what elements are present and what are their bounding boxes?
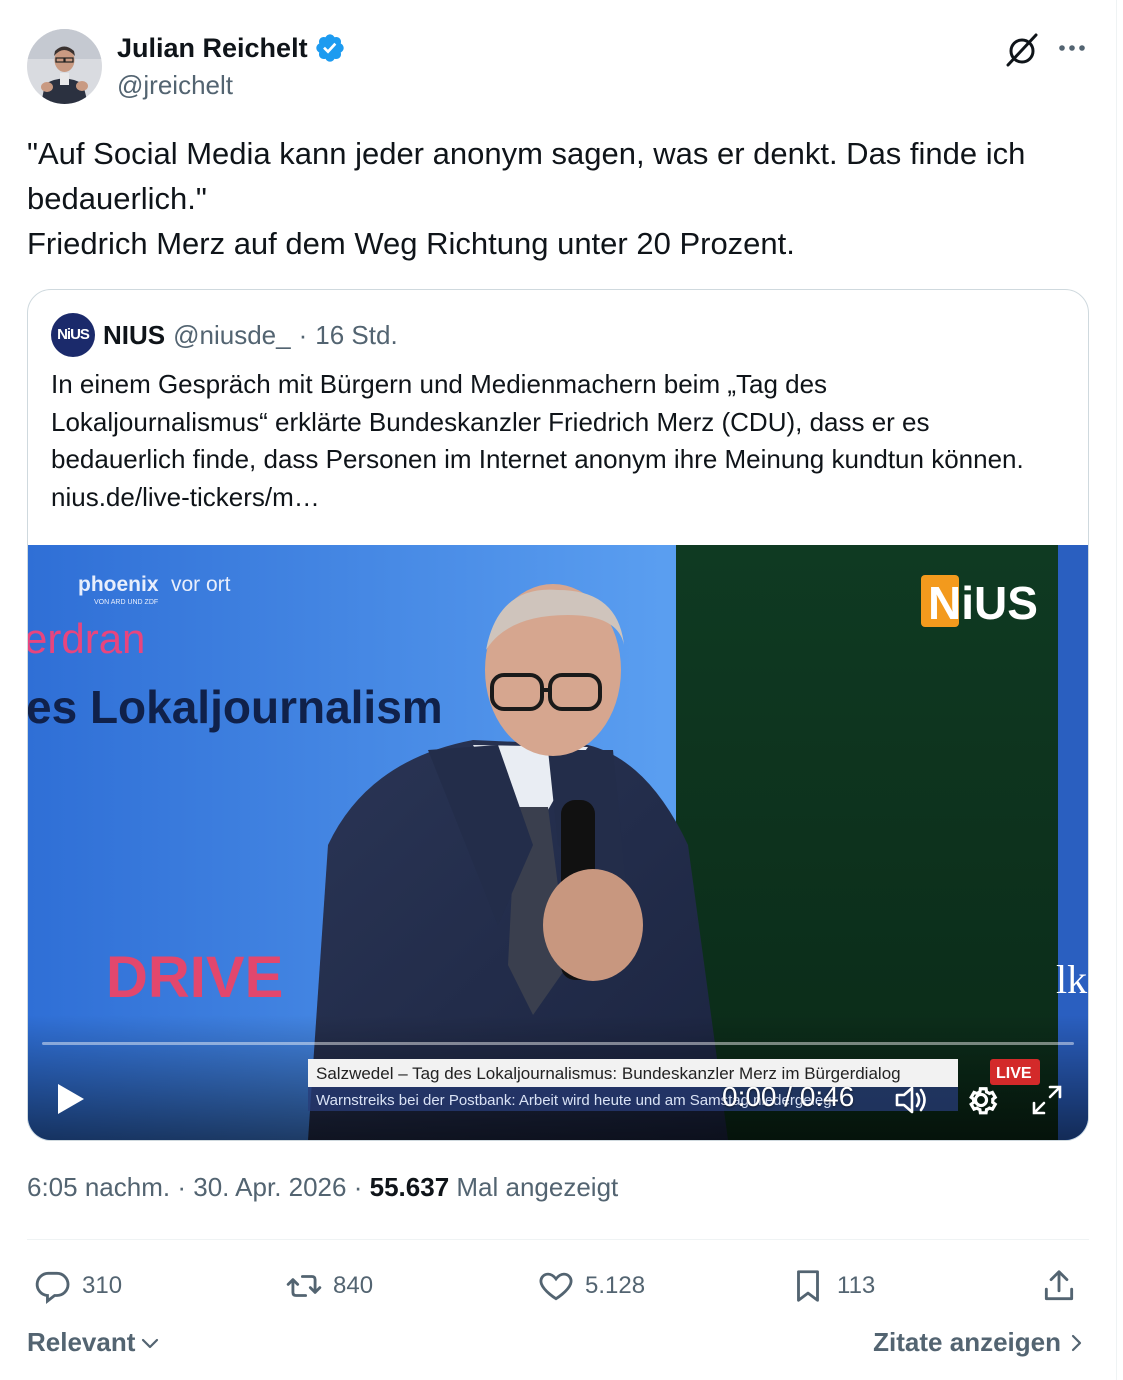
repost-icon — [286, 1275, 322, 1297]
tweet-text-line: Friedrich Merz auf dem Weg Richtung unte… — [27, 226, 795, 261]
video-live-badge: LIVE — [996, 1065, 1032, 1082]
grok-icon[interactable] — [1002, 30, 1042, 70]
dot-separator: · — [298, 319, 308, 350]
quoted-tweet-text: In einem Gespräch mit Bürgern und Medien… — [51, 369, 1024, 512]
tweet-text-line: "Auf Social Media kann jeder anonym sage… — [27, 136, 1026, 216]
quoted-tweet-time[interactable]: 16 Std. — [315, 320, 397, 351]
chevron-down-icon — [142, 1338, 159, 1348]
verified-badge-icon — [314, 32, 346, 64]
video-channel-sub: VON ARD UND ZDF — [94, 599, 158, 606]
video-channel-suffix: vor ort — [171, 573, 231, 596]
bookmark-icon — [797, 1270, 819, 1302]
repost-count: 840 — [333, 1272, 374, 1299]
settings-gear-icon[interactable] — [962, 1081, 1000, 1119]
view-count: 55.637 — [369, 1172, 450, 1202]
video-nius-logo: NiUS — [928, 577, 1038, 629]
video-player[interactable]: phoenix vor ort VON ARD UND ZDF erdran e… — [28, 545, 1088, 1140]
reply-count: 310 — [82, 1272, 123, 1299]
reply-icon — [35, 1271, 70, 1304]
view-count-label: Mal angezeigt — [456, 1172, 619, 1202]
quoted-tweet-card[interactable]: NiUS NIUS @niusde_ · 16 Std. In einem Ge… — [27, 289, 1089, 1141]
video-channel-logo: phoenix — [78, 573, 159, 596]
like-button[interactable]: 5.128 — [537, 1264, 645, 1308]
fullscreen-icon[interactable] — [1028, 1081, 1066, 1119]
video-time: 0:00 / 0:46 — [722, 1081, 855, 1112]
video-backdrop-line2: es Lokaljournalism — [28, 681, 443, 733]
volume-icon[interactable] — [892, 1081, 932, 1119]
play-icon[interactable] — [50, 1079, 90, 1119]
share-icon — [1044, 1270, 1074, 1301]
author-handle[interactable]: @jreichelt — [117, 70, 233, 101]
video-frame: phoenix vor ort VON ARD UND ZDF erdran e… — [28, 545, 1088, 1140]
author-avatar[interactable] — [27, 29, 102, 104]
tweet-text: "Auf Social Media kann jeder anonym sage… — [27, 131, 1097, 266]
heart-icon — [539, 1272, 573, 1301]
quoted-tweet-header: NiUS NIUS @niusde_ · 16 Std. — [51, 313, 398, 357]
bookmark-count: 113 — [837, 1272, 876, 1299]
author-name-row[interactable]: Julian Reichelt — [117, 30, 346, 66]
sort-dropdown[interactable]: Relevant — [27, 1327, 161, 1358]
chevron-right-icon — [1071, 1334, 1082, 1351]
sort-label: Relevant — [27, 1327, 136, 1357]
divider — [27, 1239, 1089, 1240]
video-edge-text: lk — [1056, 957, 1087, 1002]
tweet-meta: 6:05 nachm. · 30. Apr. 2026 · 55.637 Mal… — [27, 1172, 618, 1203]
quoted-author-avatar[interactable]: NiUS — [51, 313, 95, 357]
view-quotes-label: Zitate anzeigen — [873, 1327, 1061, 1357]
like-count: 5.128 — [585, 1272, 646, 1299]
video-backdrop-line1: erdran — [28, 615, 145, 662]
dot-separator: · — [353, 1172, 363, 1202]
video-progress-bar[interactable] — [42, 1042, 1074, 1045]
bookmark-button[interactable]: 113 — [789, 1264, 875, 1308]
view-quotes-link[interactable]: Zitate anzeigen — [873, 1327, 1085, 1358]
video-sponsor: DRIVE — [106, 945, 283, 1010]
tweet-date[interactable]: 30. Apr. 2026 — [193, 1172, 346, 1202]
column-border — [1116, 0, 1117, 1380]
author-name[interactable]: Julian Reichelt — [117, 33, 308, 64]
more-options-icon[interactable] — [1054, 30, 1090, 66]
quoted-avatar-logo: NiUS — [57, 326, 90, 343]
tweet-time[interactable]: 6:05 nachm. — [27, 1172, 170, 1202]
dot-separator: · — [177, 1172, 186, 1202]
quoted-author-handle[interactable]: @niusde_ — [173, 320, 290, 351]
repost-button[interactable]: 840 — [285, 1264, 373, 1308]
quoted-author-name[interactable]: NIUS — [103, 320, 165, 351]
reply-button[interactable]: 310 — [34, 1264, 122, 1308]
share-button[interactable] — [1040, 1264, 1078, 1308]
